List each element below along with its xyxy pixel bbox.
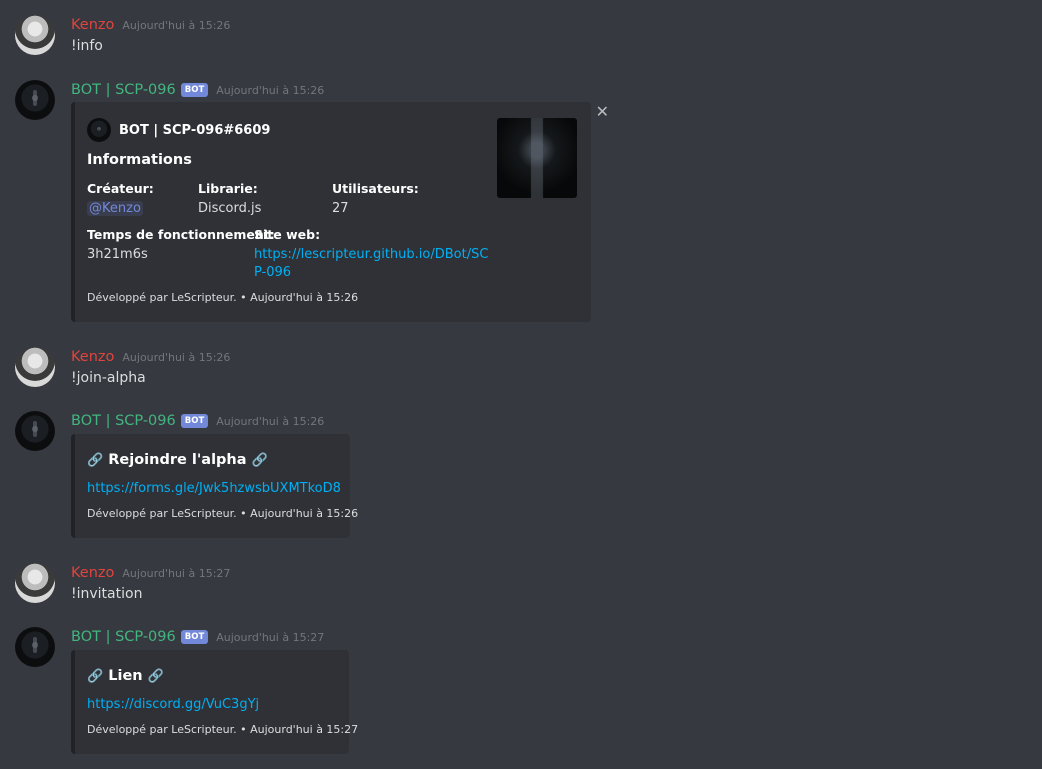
timestamp: Aujourd'hui à 15:27 <box>122 566 231 580</box>
message-header: BOT | SCP-096 BOT Aujourd'hui à 15:26 <box>71 80 324 100</box>
embed-footer: Développé par LeScripteur. • Aujourd'hui… <box>87 507 359 520</box>
field-name-uptime: Temps de fonctionnement: <box>87 227 275 242</box>
embed-author: BOT | SCP-096#6609 <box>87 118 270 142</box>
message-header: BOT | SCP-096 BOT Aujourd'hui à 15:27 <box>71 627 324 647</box>
user-mention[interactable]: @Kenzo <box>87 201 143 216</box>
username[interactable]: BOT | SCP-096 <box>71 413 176 429</box>
embed-title: 🔗 Lien 🔗 <box>87 668 164 684</box>
user-avatar[interactable] <box>15 15 55 55</box>
bot-tag-badge: BOT <box>180 83 209 97</box>
message-bot-join-alpha: BOT | SCP-096 BOT Aujourd'hui à 15:26 🔗 … <box>0 411 1042 541</box>
username[interactable]: Kenzo <box>71 17 114 33</box>
embed-title: Informations <box>87 152 192 168</box>
embed-footer: Développé par LeScripteur. • Aujourd'hui… <box>87 723 359 736</box>
bot-tag-badge: BOT <box>180 630 209 644</box>
field-value-users: 27 <box>332 201 349 216</box>
invitation-embed: 🔗 Lien 🔗 https://discord.gg/VuC3gYj Déve… <box>71 650 358 754</box>
message-header: BOT | SCP-096 BOT Aujourd'hui à 15:26 <box>71 411 324 431</box>
embed-author-name: BOT | SCP-096#6609 <box>119 122 271 138</box>
user-avatar[interactable] <box>15 347 55 387</box>
message-bot-info: BOT | SCP-096 BOT Aujourd'hui à 15:26 ✕ … <box>0 80 1042 325</box>
timestamp: Aujourd'hui à 15:26 <box>216 414 325 428</box>
field-value-uptime: 3h21m6s <box>87 247 148 262</box>
message-kenzo-info: Kenzo Aujourd'hui à 15:26 !info <box>0 15 1042 55</box>
info-embed: ✕ BOT | SCP-096#6609 Informations Créate… <box>71 102 609 322</box>
user-avatar[interactable] <box>15 563 55 603</box>
invite-link[interactable]: https://discord.gg/VuC3gYj <box>87 697 259 712</box>
username[interactable]: Kenzo <box>71 349 114 365</box>
timestamp: Aujourd'hui à 15:26 <box>216 83 325 97</box>
field-name-library: Librarie: <box>198 181 258 196</box>
link-chain-icon: 🔗 <box>87 669 104 684</box>
author-avatar-icon <box>87 118 111 142</box>
embed-title: 🔗 Rejoindre l'alpha 🔗 <box>87 452 268 468</box>
bot-avatar[interactable] <box>15 411 55 451</box>
username[interactable]: BOT | SCP-096 <box>71 629 176 645</box>
bot-avatar[interactable] <box>15 80 55 120</box>
username[interactable]: BOT | SCP-096 <box>71 82 176 98</box>
field-name-users: Utilisateurs: <box>332 181 419 196</box>
message-text: !info <box>71 38 103 54</box>
field-value-creator: @Kenzo <box>87 201 143 216</box>
website-link-line2[interactable]: P-096 <box>254 265 291 280</box>
timestamp: Aujourd'hui à 15:26 <box>122 18 231 32</box>
message-kenzo-invitation: Kenzo Aujourd'hui à 15:27 !invitation <box>0 563 1042 603</box>
bot-avatar[interactable] <box>15 627 55 667</box>
website-link-line1[interactable]: https://lescripteur.github.io/DBot/SC <box>254 247 488 262</box>
message-header: Kenzo Aujourd'hui à 15:27 <box>71 563 230 583</box>
form-link[interactable]: https://forms.gle/Jwk5hzwsbUXMTkoD8 <box>87 481 341 496</box>
embed-title-text: Lien <box>108 668 143 684</box>
message-header: Kenzo Aujourd'hui à 15:26 <box>71 15 230 35</box>
message-header: Kenzo Aujourd'hui à 15:26 <box>71 347 230 367</box>
embed-footer: Développé par LeScripteur. • Aujourd'hui… <box>87 291 359 304</box>
link-chain-icon: 🔗 <box>147 669 164 684</box>
link-chain-icon: 🔗 <box>251 453 268 468</box>
message-bot-invitation: BOT | SCP-096 BOT Aujourd'hui à 15:27 🔗 … <box>0 627 1042 757</box>
embed-title-text: Rejoindre l'alpha <box>108 452 247 468</box>
link-chain-icon: 🔗 <box>87 453 104 468</box>
join-alpha-embed: 🔗 Rejoindre l'alpha 🔗 https://forms.gle/… <box>71 434 358 538</box>
close-icon[interactable]: ✕ <box>596 102 609 121</box>
username[interactable]: Kenzo <box>71 565 114 581</box>
embed-thumbnail[interactable] <box>497 118 577 198</box>
timestamp: Aujourd'hui à 15:26 <box>122 350 231 364</box>
field-value-library: Discord.js <box>198 201 262 216</box>
timestamp: Aujourd'hui à 15:27 <box>216 630 325 644</box>
bot-tag-badge: BOT <box>180 414 209 428</box>
field-name-website: Site web: <box>254 227 321 242</box>
message-kenzo-join-alpha: Kenzo Aujourd'hui à 15:26 !join-alpha <box>0 347 1042 387</box>
field-name-creator: Créateur: <box>87 181 154 196</box>
message-text: !join-alpha <box>71 370 146 386</box>
message-text: !invitation <box>71 586 143 602</box>
